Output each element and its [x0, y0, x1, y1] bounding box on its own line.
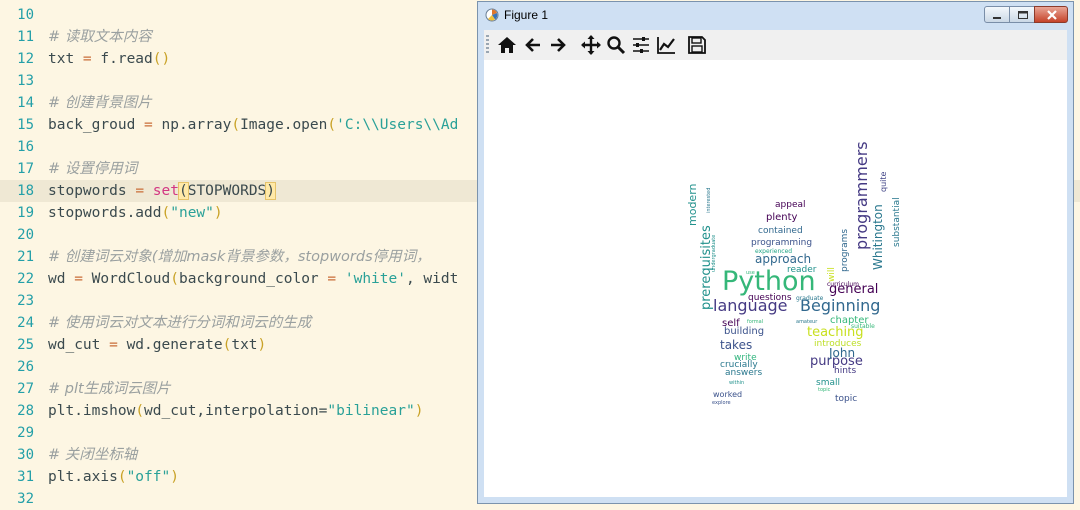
word-cloud-word: experienced — [755, 248, 792, 255]
subplots-icon[interactable] — [630, 34, 652, 56]
forward-arrow-icon[interactable] — [547, 34, 569, 56]
word-cloud-word: building — [724, 326, 764, 337]
code-text: # 设置停用词 — [48, 161, 138, 177]
toolbar-grip — [486, 35, 489, 55]
code-text: stopwords = set(STOPWORDS) — [48, 182, 277, 200]
axes-icon[interactable] — [655, 34, 677, 56]
figure-canvas[interactable]: Python language Beginning programmers prereq… — [484, 60, 1067, 497]
line-number: 25 — [17, 337, 34, 353]
word-cloud-word: takes — [720, 338, 752, 352]
close-button[interactable] — [1034, 6, 1068, 23]
line-number: 23 — [17, 293, 34, 309]
maximize-icon — [1018, 11, 1028, 19]
home-icon[interactable] — [496, 34, 518, 56]
code-text: stopwords.add("new") — [48, 205, 223, 221]
line-number: 26 — [17, 359, 34, 375]
word-cloud-word: formal — [747, 319, 763, 325]
word-cloud-word: programmers — [852, 141, 871, 250]
word-cloud-word: explore — [712, 400, 731, 406]
line-number: 13 — [17, 73, 34, 89]
word-cloud-word: topic — [818, 387, 831, 393]
word-cloud-word: programming — [751, 238, 812, 248]
line-number: 22 — [17, 271, 34, 287]
line-number: 27 — [17, 381, 34, 397]
code-text: plt.axis("off") — [48, 469, 179, 485]
word-cloud-word: plenty — [766, 212, 798, 223]
code-text: # 创建词云对象(增加mask背景参数，stopwords停用词， — [48, 249, 431, 265]
word-cloud-word: introduces — [814, 339, 862, 349]
line-number: 10 — [17, 7, 34, 23]
line-number: 17 — [17, 161, 34, 177]
code-text: wd = WordCloud(background_color = 'white… — [48, 271, 459, 287]
maximize-button[interactable] — [1009, 6, 1035, 23]
back-arrow-icon[interactable] — [522, 34, 544, 56]
word-cloud-word: hints — [834, 366, 856, 376]
code-text: # plt生成词云图片 — [48, 381, 171, 397]
word-cloud-word: amateur — [796, 319, 818, 325]
word-cloud-word: graduate — [796, 295, 824, 302]
line-number: 30 — [17, 447, 34, 463]
line-number: 29 — [17, 425, 34, 441]
close-icon — [1047, 10, 1057, 20]
code-text: # 读取文本内容 — [48, 29, 152, 45]
code-text: back_groud = np.array(Image.open('C:\\Us… — [48, 117, 459, 133]
word-cloud-word: undergraduate — [711, 235, 717, 272]
code-text: txt = f.read() — [48, 51, 171, 67]
word-cloud-word: questions — [748, 293, 792, 303]
code-text: # 关闭坐标轴 — [48, 447, 138, 463]
word-cloud-word: will — [827, 267, 837, 282]
figure-window: Figure 1 Python language Beginning progr… — [477, 1, 1074, 504]
word-cloud-word: quite — [879, 171, 888, 192]
minimize-icon — [993, 17, 1001, 19]
word-cloud-word: substantial — [892, 197, 902, 247]
code-text: wd_cut = wd.generate(txt) — [48, 337, 267, 353]
word-cloud-word: within — [729, 380, 744, 386]
line-number: 18 — [17, 183, 34, 199]
word-cloud-word: answers — [725, 368, 763, 378]
word-cloud-word: interested — [706, 188, 712, 213]
line-number: 20 — [17, 227, 34, 243]
word-cloud-word: Whitington — [871, 204, 885, 270]
word-cloud-word: use — [746, 270, 755, 276]
line-number: 28 — [17, 403, 34, 419]
minimize-button[interactable] — [984, 6, 1010, 23]
word-cloud-word: topic — [835, 394, 857, 404]
line-number: 15 — [17, 117, 34, 133]
word-cloud-word: curriculum — [827, 281, 859, 288]
code-text: # 创建背景图片 — [48, 95, 152, 111]
line-number: 32 — [17, 491, 34, 507]
code-text: # 使用词云对文本进行分词和词云的生成 — [48, 315, 312, 331]
word-cloud-word: reader — [787, 265, 817, 275]
word-cloud-word: programs — [840, 229, 850, 272]
zoom-icon[interactable] — [605, 34, 627, 56]
word-cloud-word: appeal — [775, 200, 806, 210]
line-number: 21 — [17, 249, 34, 265]
word-cloud-word: contained — [758, 226, 803, 236]
title-bar[interactable]: Figure 1 — [478, 2, 1073, 30]
line-number: 11 — [17, 29, 34, 45]
word-cloud-word: suitable — [851, 323, 875, 330]
line-number: 12 — [17, 51, 34, 67]
figure-toolbar — [484, 30, 1067, 61]
line-number: 19 — [17, 205, 34, 221]
save-icon[interactable] — [686, 34, 708, 56]
code-text: plt.imshow(wd_cut,interpolation="bilinea… — [48, 403, 424, 419]
line-number: 14 — [17, 95, 34, 111]
line-number: 31 — [17, 469, 34, 485]
word-cloud-word: modern — [686, 183, 699, 226]
matplotlib-icon — [485, 8, 499, 22]
pan-icon[interactable] — [580, 34, 602, 56]
word-cloud-word: worked — [713, 390, 742, 399]
line-number: 24 — [17, 315, 34, 331]
line-number: 16 — [17, 139, 34, 155]
window-title: Figure 1 — [504, 8, 549, 22]
word-cloud: Pythonlanguage Beginningprogrammersprereq… — [686, 141, 902, 406]
